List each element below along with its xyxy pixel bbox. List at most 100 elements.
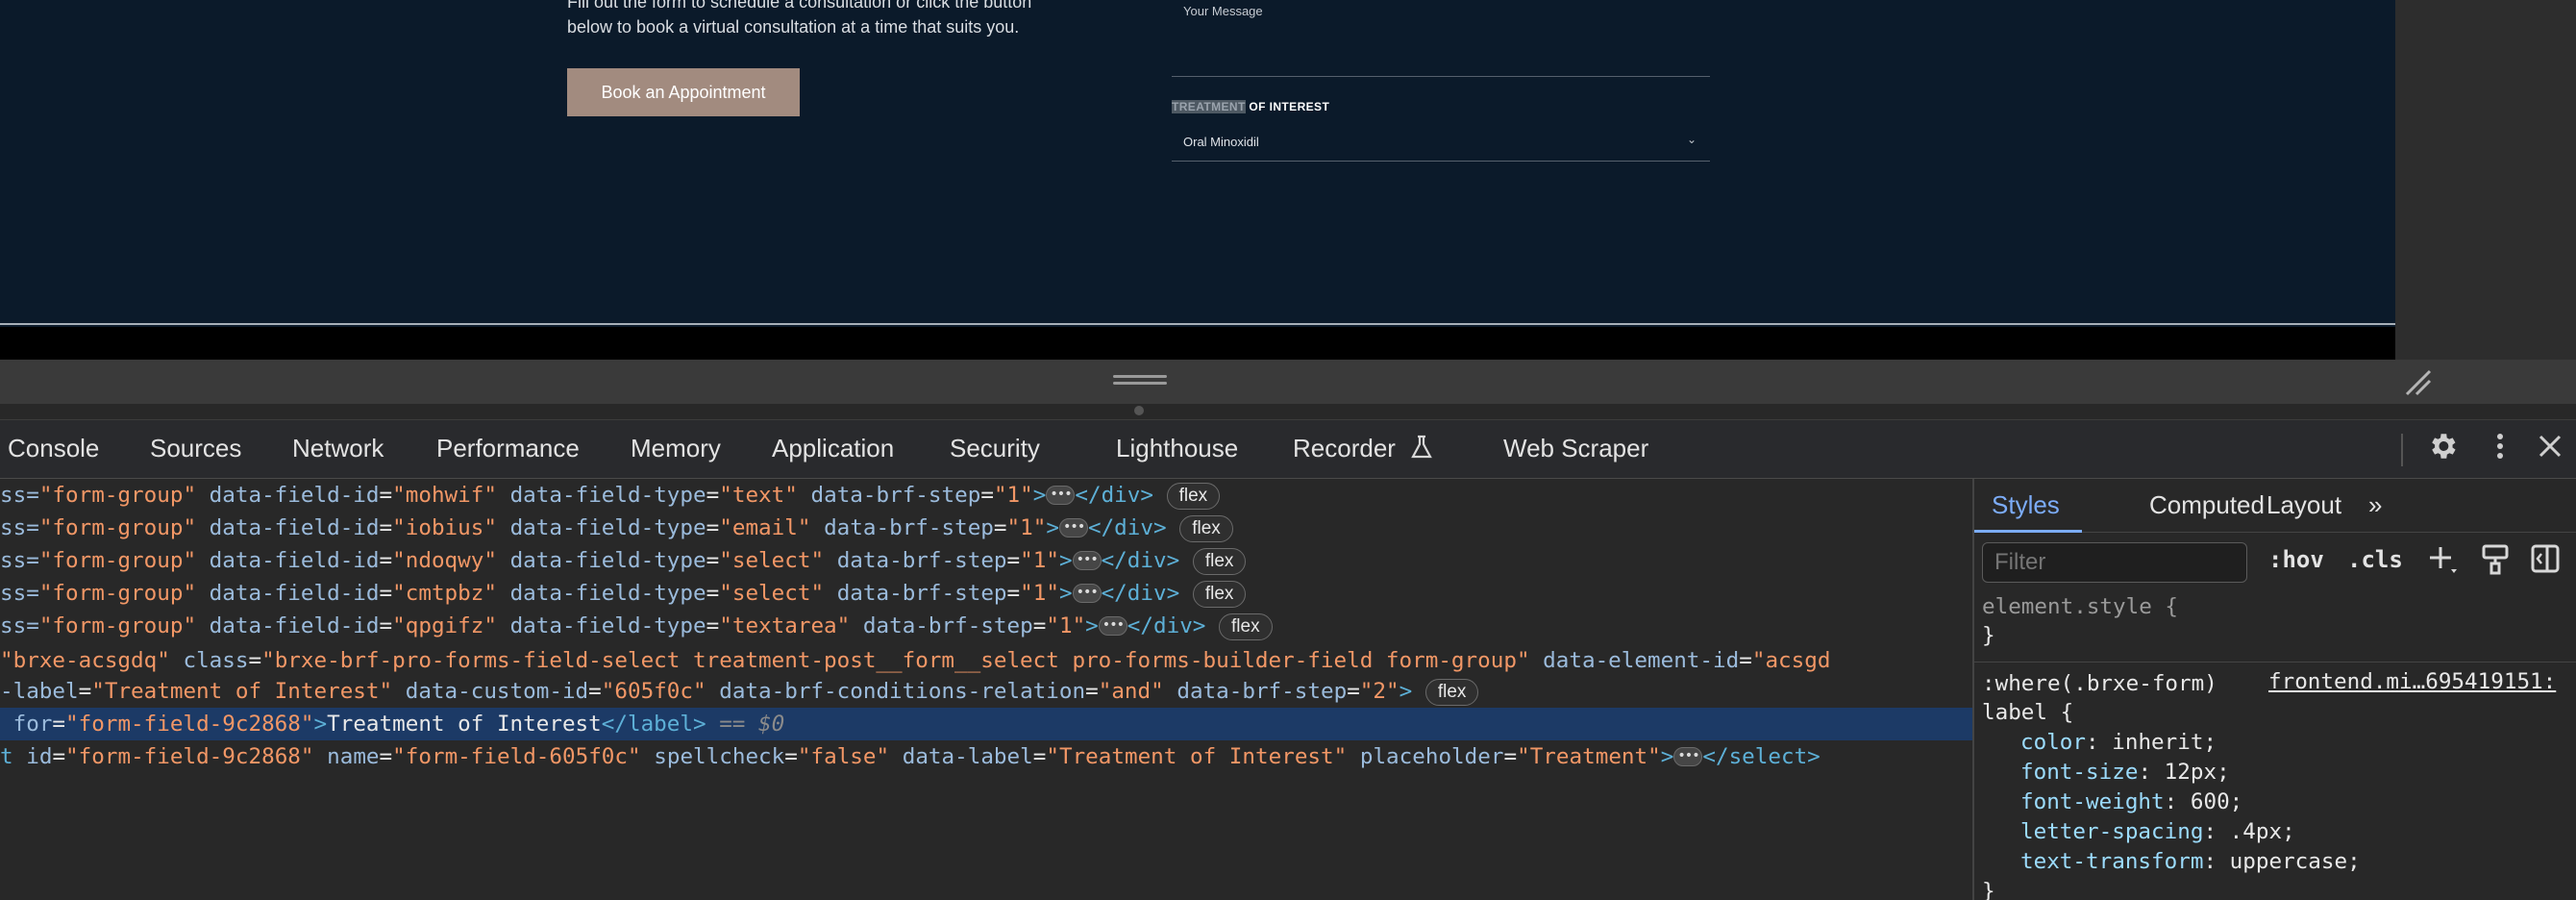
more-vertical-icon[interactable] — [2488, 430, 2513, 470]
css-property[interactable]: text-transform — [2020, 849, 2203, 874]
flex-badge[interactable]: flex — [1166, 483, 1221, 510]
attr-value: mohwif — [405, 483, 484, 508]
dom-node-row[interactable]: ss="form-group" data-field-id="ndoqwy" d… — [0, 543, 1247, 577]
tab-web-scraper[interactable]: Web Scraper — [1503, 434, 1648, 463]
tab-console[interactable]: Console — [8, 434, 99, 463]
tab-styles[interactable]: Styles — [1992, 490, 2060, 520]
ellipsis-icon[interactable] — [1072, 576, 1102, 609]
attr-value: Treatment of Interest — [104, 679, 380, 704]
message-field-underline — [1172, 76, 1710, 77]
styles-filter-input[interactable] — [1982, 542, 2247, 583]
tab-recorder-label: Recorder — [1293, 434, 1396, 462]
treatment-of-interest-label: TREATMENT OF INTEREST — [1172, 100, 1329, 113]
viewport-gutter — [2395, 0, 2576, 360]
flex-badge[interactable]: flex — [1192, 581, 1247, 608]
attr-value: brxe-brf-pro-forms-field-select treatmen… — [274, 648, 1517, 673]
selected-node-marker: == $0 — [719, 712, 785, 737]
new-rule-plus-icon[interactable] — [2426, 542, 2459, 583]
dom-node-row-field-select[interactable]: "brxe-acsgdq" class="brxe-brf-pro-forms-… — [0, 644, 1830, 677]
treatment-select-value[interactable]: Oral Minoxidil — [1183, 135, 1259, 149]
attr-value: 1 — [1006, 483, 1021, 508]
ellipsis-icon[interactable] — [1098, 609, 1127, 641]
more-tabs-icon[interactable]: » — [2368, 490, 2382, 520]
attr-value: form-group — [52, 515, 184, 540]
flex-badge[interactable]: flex — [1219, 613, 1273, 640]
css-declaration[interactable]: letter-spacing: .4px; — [2020, 817, 2295, 847]
css-declaration[interactable]: font-weight: 600; — [2020, 788, 2242, 817]
tab-security[interactable]: Security — [950, 434, 1040, 463]
ellipsis-icon[interactable] — [1072, 543, 1102, 576]
dom-node-row[interactable]: ss="form-group" data-field-id="mohwif" d… — [0, 479, 1221, 512]
attr-value: iobius — [405, 515, 484, 540]
ellipsis-icon[interactable] — [1673, 739, 1703, 772]
attr-value: 1 — [1032, 581, 1047, 606]
close-icon[interactable] — [2536, 430, 2564, 470]
resize-corner-icon[interactable] — [2403, 367, 2432, 396]
rule-selector[interactable]: :where(.brxe-form) — [1982, 669, 2217, 699]
flex-badge[interactable]: flex — [1424, 679, 1479, 706]
dom-node-row-attrs[interactable]: -label="Treatment of Interest" data-cust… — [0, 675, 1479, 708]
attr-fragment: ss= — [0, 613, 39, 638]
css-value[interactable]: uppercase; — [2230, 849, 2361, 874]
devtools-resize-bar[interactable] — [0, 360, 2576, 404]
stylesheet-source-link[interactable]: frontend.mi…695419151: — [2268, 669, 2556, 694]
treatment-select-underline — [1172, 161, 1710, 162]
class-toggle-button[interactable]: .cls — [2347, 546, 2403, 573]
tab-network[interactable]: Network — [292, 434, 384, 463]
inspect-highlight: TREATMENT — [1172, 100, 1246, 113]
css-declaration[interactable]: font-size: 12px; — [2020, 758, 2230, 788]
active-tab-underline — [1974, 530, 2082, 533]
rule-selector-line2[interactable]: label { — [1982, 698, 2073, 728]
ellipsis-icon[interactable] — [1058, 511, 1088, 543]
attr-value: form-field-9c2868 — [78, 744, 301, 769]
attr-fragment: ss= — [0, 581, 39, 606]
tab-lighthouse[interactable]: Lighthouse — [1116, 434, 1238, 463]
css-value[interactable]: 12px; — [2165, 760, 2230, 785]
rule-close-brace: } — [1982, 623, 1995, 648]
attr-value: Treatment — [1529, 744, 1648, 769]
tab-application[interactable]: Application — [772, 434, 894, 463]
flex-badge[interactable]: flex — [1192, 548, 1247, 575]
css-declaration[interactable]: text-transform: uppercase; — [2020, 847, 2361, 877]
tab-memory[interactable]: Memory — [631, 434, 721, 463]
ellipsis-icon[interactable] — [1046, 479, 1076, 511]
styles-tabbar: Styles Computed Layout » — [1974, 479, 2576, 533]
toggle-sidebar-icon[interactable] — [2530, 542, 2561, 583]
selector-text: element.style { — [1982, 594, 2179, 619]
styles-pane: Styles Computed Layout » :hov .cls eleme… — [1974, 479, 2576, 900]
css-property[interactable]: font-weight — [2020, 789, 2165, 814]
resize-grip-icon[interactable] — [1113, 375, 1167, 387]
dom-node-row-select[interactable]: t id="form-field-9c2868" name="form-fiel… — [0, 739, 1821, 773]
attr-value: cmtpbz — [405, 581, 484, 606]
css-property[interactable]: letter-spacing — [2020, 819, 2203, 844]
css-value[interactable]: 600; — [2191, 789, 2242, 814]
tab-computed[interactable]: Computed — [2149, 490, 2265, 520]
dom-node-row-selected-label[interactable]: for="form-field-9c2868">Treatment of Int… — [0, 708, 1972, 740]
css-value[interactable]: .4px; — [2230, 819, 2295, 844]
attr-value: acsgd — [1765, 648, 1831, 673]
flex-badge[interactable]: flex — [1179, 515, 1233, 542]
css-value[interactable]: inherit; — [2112, 730, 2217, 755]
tab-performance[interactable]: Performance — [436, 434, 580, 463]
css-property[interactable]: color — [2020, 730, 2086, 755]
hover-state-button[interactable]: :hov — [2268, 546, 2324, 573]
dom-node-row[interactable]: ss="form-group" data-field-id="qpgifz" d… — [0, 609, 1273, 642]
intro-line-1: Fill out the form to schedule a consulta… — [567, 0, 1032, 12]
website-viewport: Fill out the form to schedule a consulta… — [0, 0, 2395, 327]
tab-recorder[interactable]: Recorder — [1293, 434, 1433, 463]
element-style-selector[interactable]: element.style { — [1982, 592, 2178, 622]
paint-brush-icon[interactable] — [2480, 542, 2511, 583]
css-property[interactable]: font-size — [2020, 760, 2138, 785]
css-declaration[interactable]: color: inherit; — [2020, 728, 2217, 758]
tab-sources[interactable]: Sources — [150, 434, 241, 463]
dom-node-row[interactable]: ss="form-group" data-field-id="cmtpbz" d… — [0, 576, 1247, 610]
attr-value: email — [731, 515, 798, 540]
message-field-placeholder[interactable]: Your Message — [1183, 4, 1263, 18]
book-appointment-button[interactable]: Book an Appointment — [567, 68, 800, 116]
chevron-down-icon[interactable]: ⌄ — [1687, 133, 1697, 146]
dom-node-row[interactable]: ss="form-group" data-field-id="iobius" d… — [0, 511, 1233, 544]
settings-gear-icon[interactable] — [2426, 430, 2459, 470]
tab-layout[interactable]: Layout — [2266, 490, 2341, 520]
attr-value: 2 — [1373, 679, 1387, 704]
attr-value: select — [731, 581, 811, 606]
